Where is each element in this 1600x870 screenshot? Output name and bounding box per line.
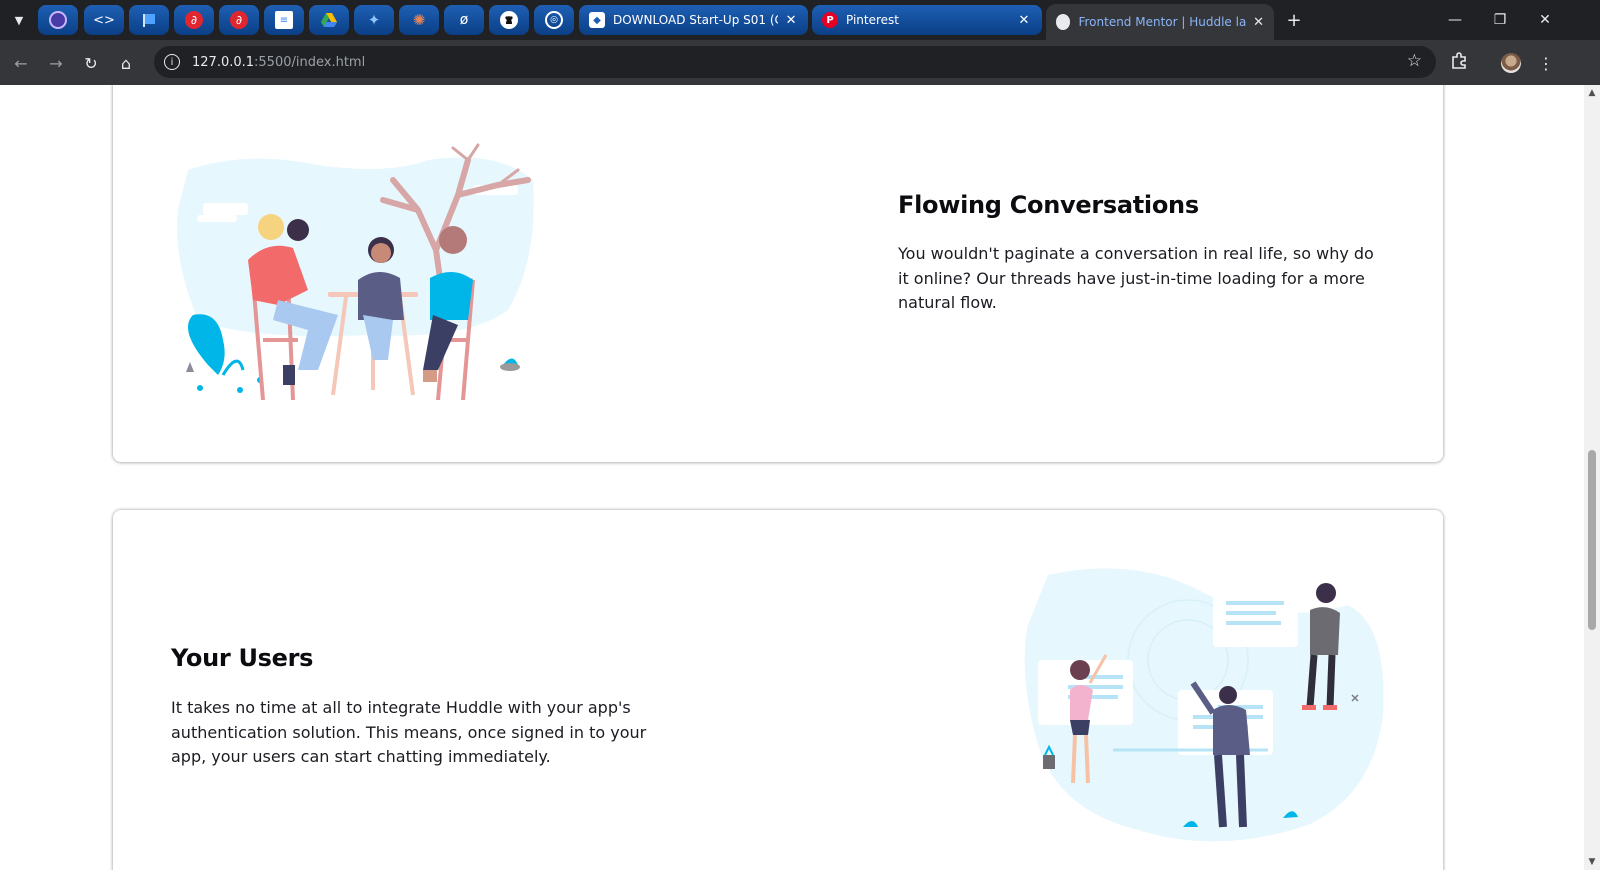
feature-title: Flowing Conversations (898, 191, 1199, 219)
profile-button[interactable] (1496, 48, 1526, 78)
tab-frontend-mentor[interactable]: Frontend Mentor | Huddle landi ✕ (1046, 4, 1274, 40)
google-drive-icon (320, 11, 338, 29)
url-host: 127.0.0.1 (192, 54, 255, 70)
circle-logo-icon (49, 11, 67, 29)
github-icon (500, 11, 518, 29)
new-tab-button[interactable]: + (1282, 8, 1306, 32)
puzzle-icon (1450, 52, 1468, 74)
feature-description: You wouldn't paginate a conversation in … (898, 244, 1374, 312)
pinned-tab-8[interactable]: ✦ (354, 5, 394, 35)
feature-description: It takes no time at all to integrate Hud… (171, 698, 647, 766)
kebab-menu-icon: ⋮ (1538, 53, 1554, 73)
close-icon[interactable]: ✕ (1016, 13, 1032, 28)
users-chatting-illustration (1018, 565, 1388, 845)
address-bar[interactable]: i 127.0.0.1:5500/index.html ☆ (154, 46, 1436, 78)
close-icon[interactable]: ✕ (1253, 15, 1264, 30)
extensions-button[interactable] (1444, 48, 1474, 78)
tab-title: DOWNLOAD Start-Up S01 (Com (613, 13, 778, 27)
tab-strip: ▼ <> ∂ ∂ ≡ ✦ ✺ ø ◎ ◆ DOWNLOAD Start-Up S… (0, 0, 1600, 40)
pinned-tab-9[interactable]: ✺ (399, 5, 439, 35)
close-icon[interactable]: ✕ (784, 13, 798, 28)
browser-toolbar: ← → ↻ ⌂ i 127.0.0.1:5500/index.html ☆ ⋮ (0, 40, 1600, 85)
menu-button[interactable]: ⋮ (1531, 48, 1561, 78)
pinned-tab-5[interactable]: ∂ (219, 5, 259, 35)
pinned-tab-6[interactable]: ≡ (264, 5, 304, 35)
pinterest-icon: P (822, 12, 838, 28)
restore-button[interactable]: ❐ (1477, 0, 1523, 40)
sparkle-icon: ✦ (367, 11, 381, 29)
red-swirl-icon: ∂ (185, 11, 203, 29)
minimize-button[interactable]: — (1432, 0, 1478, 40)
site-info-icon[interactable]: i (164, 54, 180, 70)
pinned-tab-12[interactable]: ◎ (534, 5, 574, 35)
google-docs-icon: ≡ (275, 11, 293, 29)
reload-button[interactable]: ↻ (76, 48, 106, 78)
document-blue-icon: ◆ (589, 12, 605, 28)
chevron-down-icon: ▼ (14, 13, 24, 27)
scrollbar-thumb[interactable] (1588, 450, 1596, 630)
tab-download-startup[interactable]: ◆ DOWNLOAD Start-Up S01 (Com ✕ (579, 5, 808, 35)
pinned-tab-3[interactable] (129, 5, 169, 35)
scroll-up-icon[interactable]: ▲ (1587, 88, 1597, 98)
asterisk-burst-icon: ✺ (412, 11, 426, 29)
code-brackets-icon: <> (93, 12, 115, 28)
back-button[interactable]: ← (6, 48, 36, 78)
pinned-tab-10[interactable]: ø (444, 5, 484, 35)
home-button[interactable]: ⌂ (111, 48, 141, 78)
avatar (1501, 53, 1521, 73)
tab-pinterest[interactable]: P Pinterest ✕ (812, 5, 1042, 35)
forward-button[interactable]: → (41, 48, 71, 78)
people-at-table-illustration (168, 140, 538, 405)
tab-search-button[interactable]: ▼ (6, 8, 32, 32)
scroll-down-icon[interactable]: ▼ (1587, 857, 1597, 867)
tab-title: Pinterest (846, 13, 900, 27)
pinned-tab-4[interactable]: ∂ (174, 5, 214, 35)
frontend-mentor-icon (1056, 14, 1071, 30)
feature-card-flowing-conversations: Flowing Conversations You wouldn't pagin… (113, 85, 1443, 462)
url-path: :5500/index.html (254, 54, 366, 70)
tab-title: Frontend Mentor | Huddle landi (1078, 15, 1248, 29)
feature-card-your-users: Your Users It takes no time at all to in… (113, 510, 1443, 870)
pinned-tab-2[interactable]: <> (84, 5, 124, 35)
openai-icon: ◎ (545, 11, 563, 29)
page-viewport: Flowing Conversations You wouldn't pagin… (0, 85, 1584, 870)
circle-slash-icon: ø (459, 12, 469, 28)
red-swirl-icon: ∂ (230, 11, 248, 29)
flag-icon (140, 11, 158, 29)
pinned-tab-11[interactable] (489, 5, 529, 35)
feature-title: Your Users (171, 644, 314, 672)
page-scrollbar[interactable]: ▲ ▼ (1584, 85, 1600, 870)
close-window-button[interactable]: ✕ (1522, 0, 1568, 40)
bookmark-star-icon[interactable]: ☆ (1407, 51, 1422, 71)
pinned-tab-7[interactable] (309, 5, 349, 35)
pinned-tab-1[interactable] (38, 5, 78, 35)
